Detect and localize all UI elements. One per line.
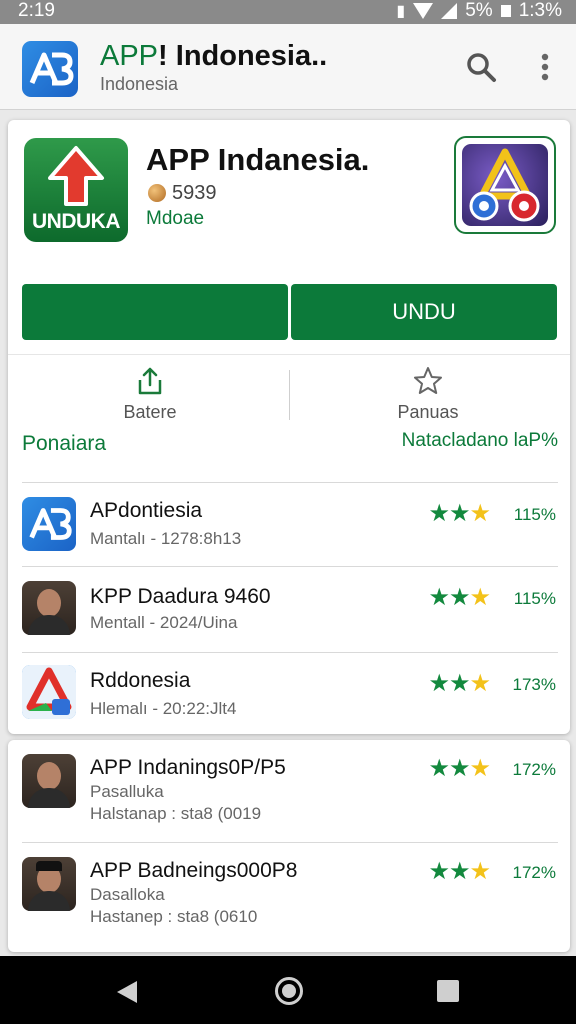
unduh-app-icon: UNDUKA bbox=[24, 138, 128, 242]
rating-stars: ★★★ bbox=[428, 858, 491, 885]
rating-stars: ★★★ bbox=[428, 584, 491, 611]
coin-icon bbox=[148, 184, 166, 202]
rating-stars: ★★★ bbox=[428, 500, 491, 527]
download-button[interactable]: UNDU bbox=[291, 284, 557, 340]
list-item[interactable]: KPP Daadura 9460 Mentall - 2024/Uina ★★★… bbox=[22, 566, 558, 652]
list-item-detail: Halstanap : sta8 (0019 bbox=[90, 804, 262, 823]
search-button[interactable] bbox=[464, 50, 498, 84]
action-separator bbox=[289, 370, 290, 420]
list-item[interactable]: Rddonesia Hlemalı - 20:22:Jlt4 ★★★ 173% bbox=[22, 652, 558, 734]
rating-value: 115% bbox=[513, 589, 556, 608]
list-item-title: APP Indanings0P/P5 bbox=[90, 756, 286, 779]
title-prefix: APP bbox=[100, 40, 159, 72]
section-link[interactable]: Natacladano laP% bbox=[402, 430, 558, 452]
share-icon bbox=[135, 366, 165, 396]
notification-icon: ▮ bbox=[396, 3, 406, 20]
app-bar-subtitle: Indonesia bbox=[100, 74, 179, 94]
list-item-title: APdontiesia bbox=[90, 499, 203, 522]
avatar-man-icon bbox=[22, 581, 76, 635]
rate-label: Panuas bbox=[397, 402, 459, 422]
developer-name[interactable]: Mdoae bbox=[146, 208, 204, 230]
list-item-subtitle: Hlemalı - 20:22:Jlt4 bbox=[90, 699, 237, 718]
avatar-cap-icon bbox=[22, 857, 76, 911]
game-art-icon bbox=[462, 144, 548, 226]
title-sep: ! bbox=[158, 40, 168, 72]
search-icon bbox=[467, 53, 496, 82]
list-item-title: APP Badneings000P8 bbox=[90, 859, 298, 882]
title-main: Indonesia.. bbox=[175, 40, 328, 72]
status-bar: 2:19 ▮ 5% 1:3% bbox=[0, 0, 576, 24]
list-item[interactable]: APP Badneings000P8 Dasalloka Hastanep : … bbox=[22, 842, 558, 950]
app-logo-icon bbox=[22, 497, 76, 551]
rating-stars: ★★★ bbox=[428, 670, 491, 697]
avatar-man-icon bbox=[22, 754, 76, 808]
list-item-subtitle: Pasalluka bbox=[90, 782, 164, 801]
rating-stars: ★★★ bbox=[428, 755, 491, 782]
list-item-subtitle: Mantalı - 1278:8h13 bbox=[90, 529, 242, 548]
list-item-title: Rddonesia bbox=[90, 669, 191, 692]
home-icon[interactable] bbox=[275, 977, 303, 1005]
rating-value: 115% bbox=[513, 505, 556, 524]
list-card: APP Indanings0P/P5 Pasalluka Halstanap :… bbox=[8, 740, 570, 952]
list-item-detail: Hastanep : sta8 (0610 bbox=[90, 907, 258, 926]
battery-percent: 5% bbox=[465, 0, 493, 21]
app-logo-icon[interactable] bbox=[22, 41, 78, 97]
recents-icon[interactable] bbox=[437, 980, 459, 1002]
rate-action[interactable]: Panuas bbox=[328, 366, 528, 423]
app-detail-card: UNDUKA APP Indanesia. 5939 Mdoae UNDU Ba… bbox=[8, 120, 570, 734]
app-bar: APP! Indonesia.. Indonesia bbox=[0, 24, 576, 110]
more-options-button[interactable] bbox=[532, 50, 558, 84]
signal-icon bbox=[441, 3, 458, 19]
coin-value: 5939 bbox=[172, 182, 217, 204]
back-icon[interactable] bbox=[117, 981, 137, 1003]
rating-value: 172% bbox=[512, 760, 556, 779]
primary-left-button[interactable] bbox=[22, 284, 288, 340]
more-vert-icon bbox=[541, 53, 549, 81]
game-thumbnail[interactable] bbox=[454, 136, 556, 234]
list-item-subtitle: Dasalloka bbox=[90, 885, 165, 904]
red-a-app-icon bbox=[22, 665, 76, 719]
divider bbox=[8, 354, 570, 355]
section-title: Ponaiara bbox=[22, 432, 107, 455]
app-name: APP Indanesia. bbox=[146, 142, 370, 177]
app-bar-title: APP! Indonesia.. bbox=[100, 40, 327, 73]
rating-value: 173% bbox=[512, 675, 556, 694]
unduh-icon-label: UNDUKA bbox=[32, 210, 121, 233]
star-outline-icon bbox=[413, 366, 443, 396]
share-action[interactable]: Batere bbox=[50, 366, 250, 423]
wifi-icon bbox=[413, 3, 434, 19]
status-time: 2:19 bbox=[18, 0, 55, 21]
status-clock-right: 1:3% bbox=[518, 0, 562, 21]
share-label: Batere bbox=[123, 402, 177, 422]
battery-icon bbox=[500, 5, 511, 17]
list-item-title: KPP Daadura 9460 bbox=[90, 585, 271, 608]
list-item[interactable]: APP Indanings0P/P5 Pasalluka Halstanap :… bbox=[22, 740, 558, 842]
rating-value: 172% bbox=[512, 863, 556, 882]
list-item[interactable]: APdontiesia Mantalı - 1278:8h13 ★★★ 115% bbox=[22, 482, 558, 566]
list-item-subtitle: Mentall - 2024/Uina bbox=[90, 613, 238, 632]
